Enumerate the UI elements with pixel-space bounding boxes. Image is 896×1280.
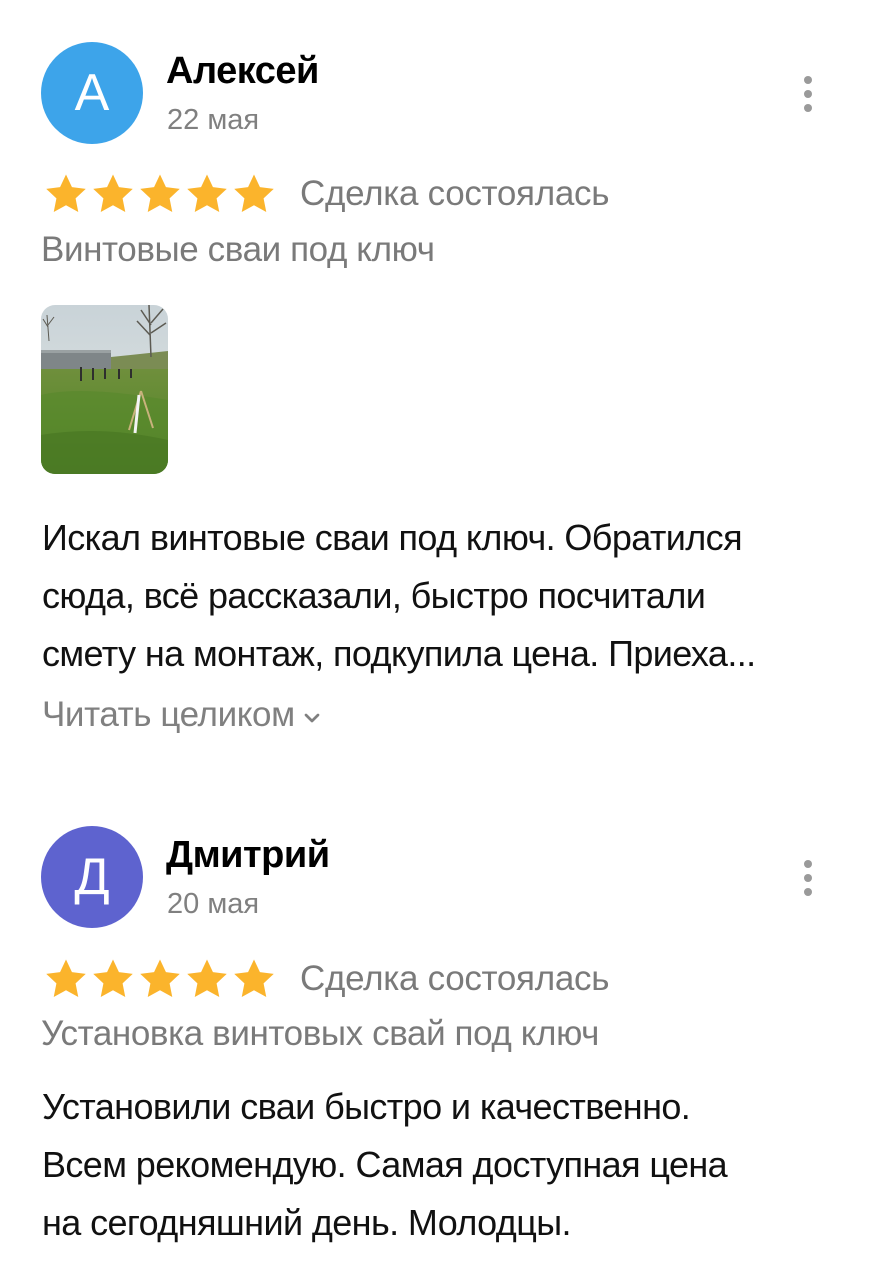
dot-icon [804,90,812,98]
photo-image [41,305,168,474]
avatar[interactable]: А [41,42,143,144]
read-more-button[interactable]: Читать целиком [42,695,321,735]
star-icon [234,959,274,998]
avatar-letter: А [74,64,110,122]
review-text: Искал винтовые сваи под ключ. Обратился … [42,509,862,683]
star-icon [140,959,180,998]
dot-icon [804,860,812,868]
avatar[interactable]: Д [41,826,143,928]
star-rating [43,171,277,217]
review-text-line: Установили сваи быстро и качественно. [42,1086,691,1127]
review-date: 20 мая [167,888,260,920]
more-options-button[interactable] [790,854,826,902]
review-text-line: Всем рекомендую. Самая доступная цена [42,1144,728,1185]
author-name[interactable]: Алексей [166,50,319,93]
star-icon [93,174,133,213]
star-icon [187,174,227,213]
dot-icon [804,888,812,896]
star-icon [234,174,274,213]
star-icon [187,959,227,998]
star-icon [93,959,133,998]
deal-status: Сделка состоялась [300,959,610,998]
review-text-line: на сегодняшний день. Молодцы. [42,1202,572,1243]
review-photo[interactable] [41,305,168,474]
more-options-button[interactable] [790,70,826,118]
chevron-down-icon [304,713,320,723]
review-text-line: Искал винтовые сваи под ключ. Обратился [42,517,743,558]
read-more-label: Читать целиком [42,695,295,734]
dot-icon [804,76,812,84]
author-name[interactable]: Дмитрий [166,834,330,877]
review-text-line: сюда, всё рассказали, быстро посчитали [42,575,706,616]
rating-row: Сделка состоялась [43,955,609,1003]
star-icon [46,959,86,998]
service-name: Установка винтовых свай под ключ [41,1014,599,1053]
review-text-line: смету на монтаж, подкупила цена. Приеха.… [42,633,756,674]
star-icon [46,174,86,213]
review-text: Установили сваи быстро и качественно. Вс… [42,1078,862,1252]
review-date: 22 мая [167,104,260,136]
rating-row: Сделка состоялась [43,170,609,218]
dot-icon [804,104,812,112]
service-name: Винтовые сваи под ключ [41,230,435,269]
star-icon [140,174,180,213]
deal-status: Сделка состоялась [300,174,610,213]
dot-icon [804,874,812,882]
star-rating [43,956,277,1002]
avatar-letter: Д [74,848,110,906]
